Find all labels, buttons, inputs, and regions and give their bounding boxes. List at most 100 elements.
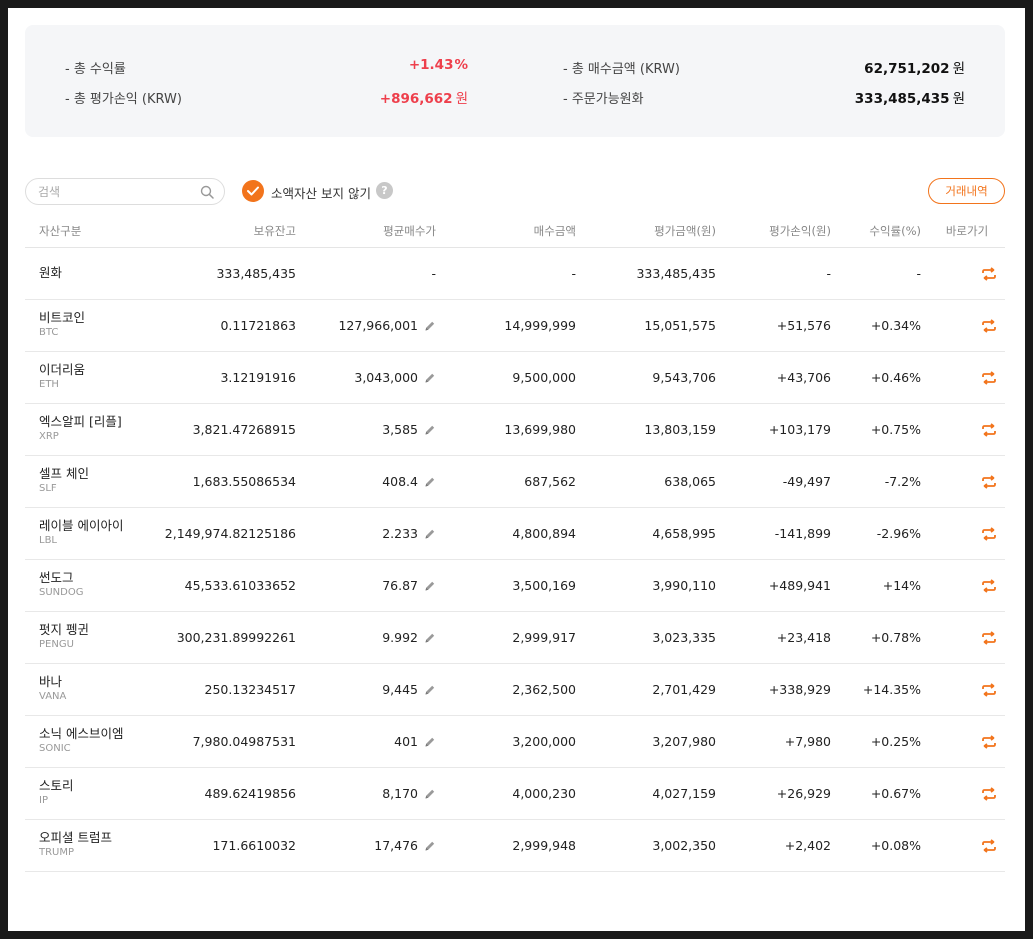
hide-small-assets-label[interactable]: 소액자산 보지 않기: [271, 183, 371, 202]
exchange-icon[interactable]: [981, 735, 997, 749]
table-row[interactable]: 소닉 에스브이엠 SONIC 7,980.04987531 401 3,200,000 3…: [25, 715, 1005, 768]
balance-cell: 7,980.04987531: [155, 715, 304, 768]
avg-price-cell: 8,170: [304, 767, 444, 820]
column-header-pnl: 평가손익(원): [724, 216, 839, 248]
shortcut-cell[interactable]: [929, 715, 1005, 768]
exchange-icon[interactable]: [981, 683, 997, 697]
table-row[interactable]: 썬도그 SUNDOG 45,533.61033652 76.87 3,500,169 3,…: [25, 559, 1005, 612]
table-row[interactable]: 펏지 펭귄 PENGU 300,231.89992261 9.992 2,999,917…: [25, 611, 1005, 664]
exchange-icon[interactable]: [981, 839, 997, 853]
asset-symbol: TRUMP: [39, 847, 75, 858]
eval-amount-cell: 2,701,429: [584, 663, 724, 716]
avg-price-value: -: [431, 265, 436, 281]
column-header-asset: 자산구분: [25, 216, 155, 248]
table-row[interactable]: 오피셜 트럼프 TRUMP 171.6610032 17,476 2,999,948 3,…: [25, 819, 1005, 872]
shortcut-cell[interactable]: [929, 767, 1005, 820]
eval-amount-cell: 15,051,575: [584, 299, 724, 352]
pnl-cell: +23,418: [724, 611, 839, 664]
help-icon[interactable]: ?: [376, 182, 393, 199]
exchange-icon[interactable]: [981, 787, 997, 801]
table-row[interactable]: 이더리움 ETH 3.12191916 3,043,000 9,500,000 9,543…: [25, 351, 1005, 404]
search-input[interactable]: [38, 183, 188, 201]
pnl-cell: +2,402: [724, 819, 839, 872]
summary-panel: - 총 수익률 +1.43% - 총 평가손익 (KRW) +896,662 원 …: [25, 25, 1005, 137]
avg-price-cell: 9,445: [304, 663, 444, 716]
shortcut-cell[interactable]: [929, 611, 1005, 664]
eval-amount-cell: 9,543,706: [584, 351, 724, 404]
table-row[interactable]: 비트코인 BTC 0.11721863 127,966,001 14,999,999 15…: [25, 299, 1005, 352]
table-row[interactable]: 셀프 체인 SLF 1,683.55086534 408.4 687,562 638,06…: [25, 455, 1005, 508]
pencil-icon[interactable]: [424, 788, 436, 800]
asset-cell: 썬도그 SUNDOG: [25, 559, 155, 612]
rate-cell: +0.08%: [839, 819, 929, 872]
hide-small-assets-checkbox[interactable]: [242, 180, 264, 202]
column-header-eval-amount: 평가금액(원): [584, 216, 724, 248]
eval-amount-cell: 3,002,350: [584, 819, 724, 872]
shortcut-cell[interactable]: [929, 455, 1005, 508]
pencil-icon[interactable]: [424, 840, 436, 852]
rate-cell: -: [839, 247, 929, 300]
shortcut-cell[interactable]: [929, 819, 1005, 872]
pnl-cell: +489,941: [724, 559, 839, 612]
shortcut-cell[interactable]: [929, 403, 1005, 456]
pencil-icon[interactable]: [424, 684, 436, 696]
search-icon[interactable]: [200, 185, 214, 199]
avg-price-value: 9,445: [382, 681, 418, 697]
table-row[interactable]: 바나 VANA 250.13234517 9,445 2,362,500 2,701,42…: [25, 663, 1005, 716]
asset-table: 자산구분 보유잔고 평균매수가 매수금액 평가금액(원) 평가손익(원) 수익률…: [25, 216, 1005, 872]
exchange-icon[interactable]: [981, 527, 997, 541]
shortcut-cell[interactable]: [929, 247, 1005, 300]
pencil-icon[interactable]: [424, 424, 436, 436]
table-row[interactable]: 원화 333,485,435- -333,485,435- -: [25, 247, 1005, 300]
asset-name: 이더리움: [39, 362, 86, 377]
exchange-icon[interactable]: [981, 579, 997, 593]
rate-cell: +0.25%: [839, 715, 929, 768]
pencil-icon[interactable]: [424, 580, 436, 592]
total-pnl-label: - 총 평가손익 (KRW): [65, 92, 182, 107]
asset-symbol: VANA: [39, 691, 67, 702]
shortcut-cell[interactable]: [929, 663, 1005, 716]
pencil-icon[interactable]: [424, 632, 436, 644]
table-row[interactable]: 엑스알피 [리플] XRP 3,821.47268915 3,585 13,699,98…: [25, 403, 1005, 456]
pencil-icon[interactable]: [424, 320, 436, 332]
exchange-icon[interactable]: [981, 267, 997, 281]
table-row[interactable]: 스토리 IP 489.62419856 8,170 4,000,230 4,027,159…: [25, 767, 1005, 820]
pencil-icon[interactable]: [424, 476, 436, 488]
asset-name: 스토리: [39, 778, 74, 793]
shortcut-cell[interactable]: [929, 299, 1005, 352]
shortcut-cell[interactable]: [929, 559, 1005, 612]
avg-price-value: 3,585: [382, 421, 418, 437]
exchange-icon[interactable]: [981, 423, 997, 437]
column-header-rate: 수익률(%): [839, 216, 929, 248]
rate-cell: +14.35%: [839, 663, 929, 716]
column-header-balance: 보유잔고: [155, 216, 304, 248]
pnl-cell: -49,497: [724, 455, 839, 508]
avg-price-value: 17,476: [374, 837, 418, 853]
transaction-history-button[interactable]: 거래내역: [928, 178, 1005, 204]
pnl-cell: +43,706: [724, 351, 839, 404]
pencil-icon[interactable]: [424, 372, 436, 384]
shortcut-cell[interactable]: [929, 507, 1005, 560]
total-return-value: +1.43%: [408, 57, 468, 73]
avg-price-cell: 76.87: [304, 559, 444, 612]
exchange-icon[interactable]: [981, 631, 997, 645]
exchange-icon[interactable]: [981, 371, 997, 385]
balance-cell: 3,821.47268915: [155, 403, 304, 456]
exchange-icon[interactable]: [981, 319, 997, 333]
balance-cell: 300,231.89992261: [155, 611, 304, 664]
shortcut-cell[interactable]: [929, 351, 1005, 404]
balance-cell: 0.11721863: [155, 299, 304, 352]
eval-amount-cell: 333,485,435: [584, 247, 724, 300]
avg-price-value: 127,966,001: [338, 317, 418, 333]
pencil-icon[interactable]: [424, 736, 436, 748]
avg-price-value: 401: [394, 733, 418, 749]
asset-cell: 원화: [25, 247, 155, 300]
exchange-icon[interactable]: [981, 475, 997, 489]
table-row[interactable]: 레이블 에이아이 LBL 2,149,974.82125186 2.233 4,800,…: [25, 507, 1005, 560]
search-box[interactable]: [25, 178, 225, 205]
asset-cell: 엑스알피 [리플] XRP: [25, 403, 155, 456]
avg-price-cell: 17,476: [304, 819, 444, 872]
avg-price-cell: 9.992: [304, 611, 444, 664]
rate-cell: +14%: [839, 559, 929, 612]
pencil-icon[interactable]: [424, 528, 436, 540]
